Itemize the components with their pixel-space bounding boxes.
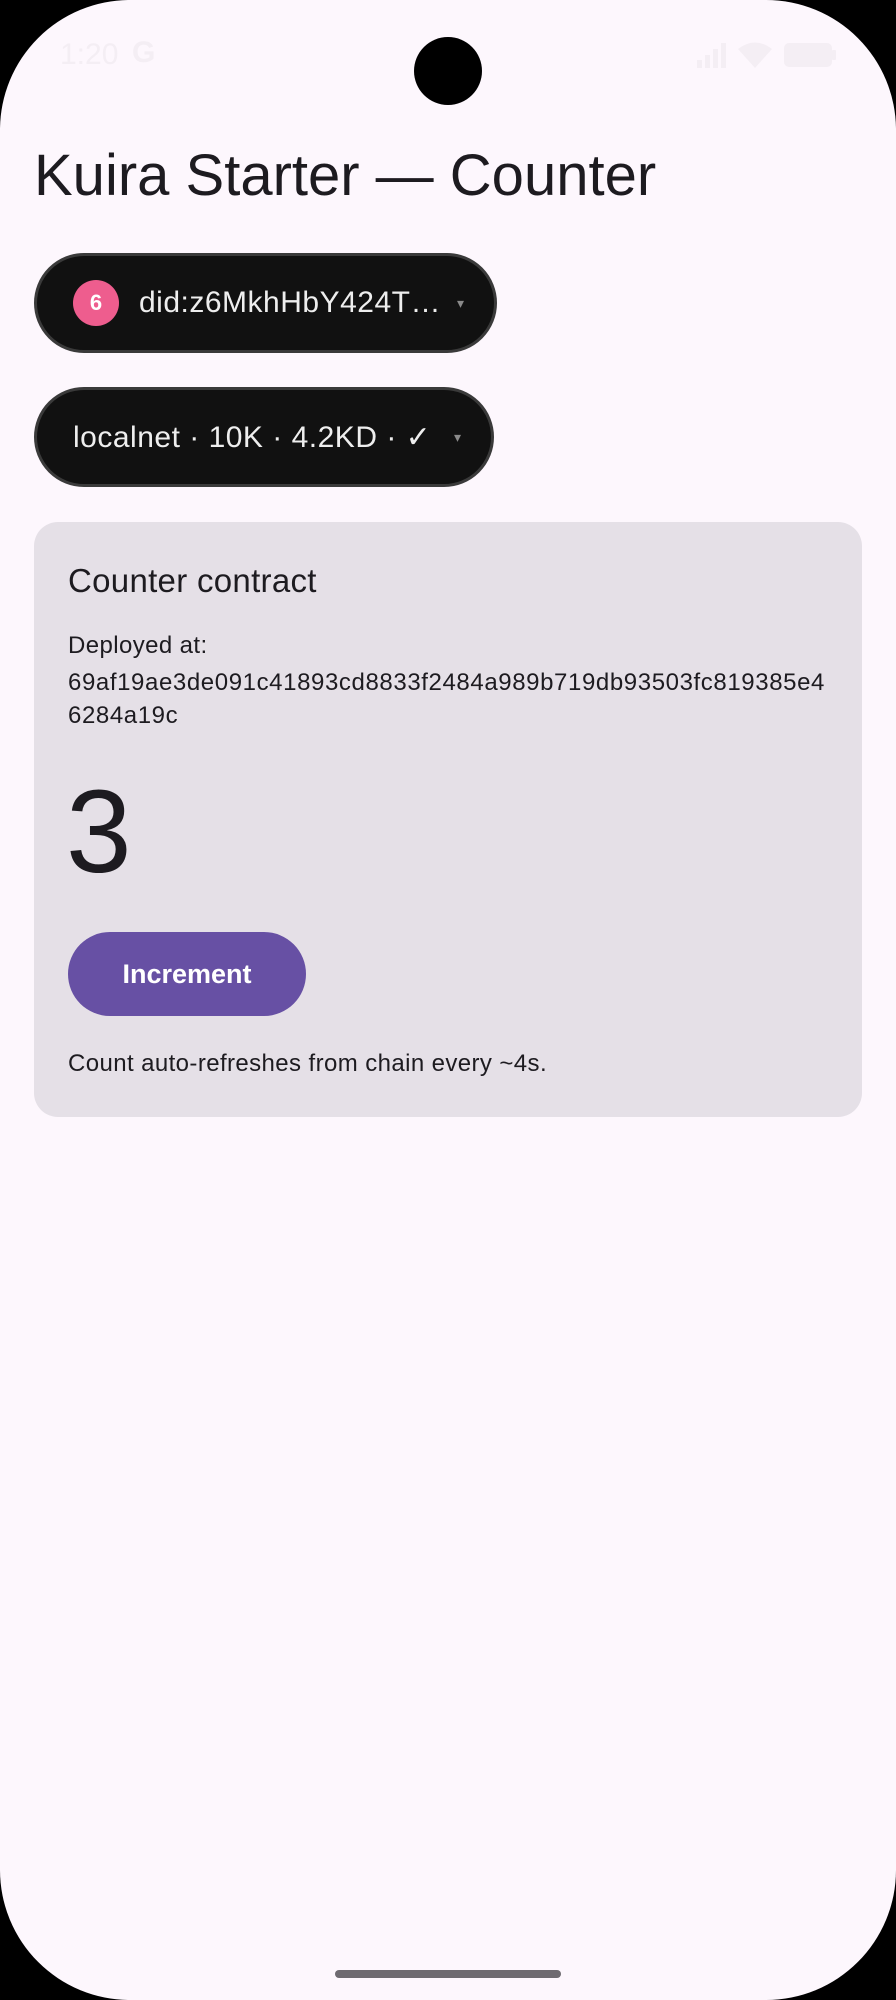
app-screen: 1:20 G Kuira Starter — Counter 6 did:z6M…: [0, 0, 896, 2000]
account-did: did:z6MkhHbY424T…: [139, 286, 441, 319]
increment-button[interactable]: Increment: [68, 932, 306, 1016]
network-label: localnet · 10K · 4.2KD · ✓: [73, 420, 432, 454]
page-title: Kuira Starter — Counter: [34, 143, 657, 208]
camera-cutout: [414, 37, 482, 105]
deployed-label: Deployed at:: [68, 632, 208, 659]
contract-address: 69af19ae3de091c41893cd8833f2484a989b719d…: [68, 669, 825, 729]
home-indicator[interactable]: [335, 1970, 561, 1978]
chevron-down-icon: ▾: [456, 294, 464, 311]
counter-card: Counter contract Deployed at: 69af19ae3d…: [34, 522, 862, 1117]
count-value: 3: [66, 766, 132, 898]
card-title: Counter contract: [68, 562, 317, 599]
account-avatar: 6: [73, 280, 119, 326]
signal-icon: [697, 42, 726, 68]
network-selector[interactable]: localnet · 10K · 4.2KD · ✓ ▾: [34, 387, 494, 487]
refresh-note: Count auto-refreshes from chain every ~4…: [68, 1050, 548, 1077]
status-time: 1:20: [60, 38, 119, 71]
chevron-down-icon: ▾: [453, 428, 461, 445]
google-icon: G: [132, 36, 156, 69]
account-selector[interactable]: 6 did:z6MkhHbY424T… ▾: [34, 253, 497, 353]
status-bar: 1:20 G: [0, 0, 896, 110]
status-icons: [697, 42, 836, 68]
wifi-icon: [738, 42, 772, 68]
battery-icon: [784, 42, 836, 68]
